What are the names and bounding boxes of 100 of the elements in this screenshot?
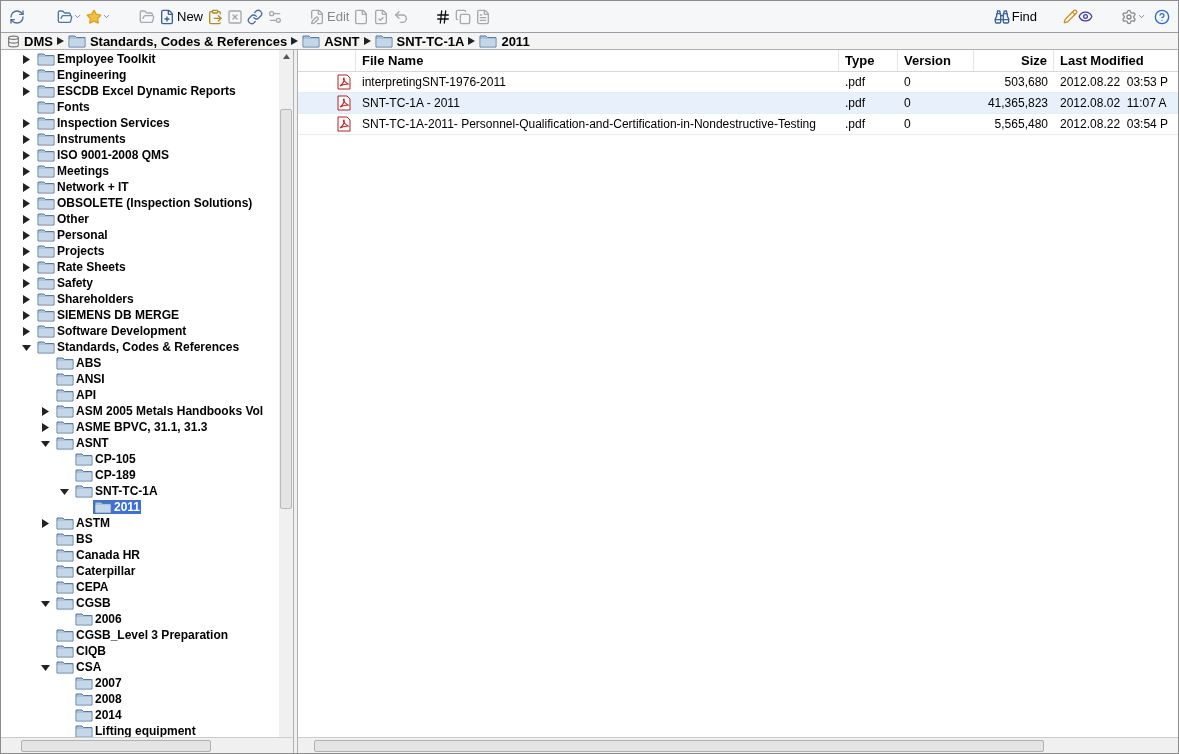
tree-item[interactable]: Employee Toolkit [36,52,157,66]
breadcrumb-link[interactable]: DMS [24,34,53,48]
tree-item[interactable]: CP-189 [74,468,137,482]
folder-icon [37,148,55,162]
expand-arrow-icon[interactable] [22,182,31,192]
tree-item[interactable]: CGSB_Level 3 Preparation [55,628,230,642]
tree-item[interactable]: ESCDB Excel Dynamic Reports [36,84,237,98]
expand-arrow-icon[interactable] [41,422,50,432]
expand-arrow-icon[interactable] [22,294,31,304]
collapse-arrow-icon[interactable] [41,598,50,608]
breadcrumb-link[interactable]: 2011 [501,34,530,48]
tree-item[interactable]: CSA [55,660,103,674]
tree-item[interactable]: OBSOLETE (Inspection Solutions) [36,196,254,210]
folder-icon [37,84,55,98]
tree-item[interactable]: Inspection Services [36,116,171,130]
tree-item[interactable]: ASM 2005 Metals Handbooks Vol [55,404,265,418]
tree-item[interactable]: 2007 [74,676,123,690]
tree-item[interactable]: ANSI [55,372,106,386]
expand-arrow-icon[interactable] [22,326,31,336]
expand-arrow-icon[interactable] [22,86,31,96]
tree-item[interactable]: 2014 [74,708,123,722]
tree-item[interactable]: CP-105 [74,452,137,466]
scrollbar-thumb[interactable] [280,109,292,509]
column-header[interactable]: File Name [356,50,839,71]
expand-arrow-icon[interactable] [22,246,31,256]
expand-arrow-icon[interactable] [22,230,31,240]
tree-item[interactable]: Caterpillar [55,564,137,578]
expand-arrow-icon[interactable] [22,310,31,320]
expand-arrow-icon[interactable] [22,54,31,64]
folder-icon [57,8,73,25]
tree-item[interactable]: Software Development [36,324,188,338]
tree-item[interactable]: 2008 [74,692,123,706]
tree-item[interactable]: CIQB [55,644,107,658]
folder-dropdown[interactable] [57,8,82,25]
tree-item[interactable]: ASME BPVC, 31.1, 31.3 [55,420,209,434]
new-button[interactable]: New [157,6,205,27]
star-icon [86,8,102,25]
tree-item[interactable]: Safety [36,276,95,290]
file-row[interactable]: interpretingSNT-1976-2011 .pdf 0 503,680 2012.08.22 03:53 P [298,72,1178,93]
file-size: 41,365,823 [986,95,1049,112]
tree-item[interactable]: ASTM [55,516,111,530]
tree-item[interactable]: Projects [36,244,106,258]
expand-arrow-icon[interactable] [22,198,31,208]
tree-item[interactable]: ISO 9001-2008 QMS [36,148,171,162]
tree-item[interactable]: Personal [36,228,109,242]
tree-item[interactable]: API [55,388,97,402]
tree-item[interactable]: Rate Sheets [36,260,127,274]
collapse-arrow-icon[interactable] [60,486,69,496]
expand-arrow-icon[interactable] [22,278,31,288]
horizontal-scrollbar[interactable] [1,737,293,753]
scroll-up-icon[interactable] [282,54,290,59]
expand-arrow-icon[interactable] [22,134,31,144]
tree-item[interactable]: Standards, Codes & References [36,340,241,354]
expand-arrow-icon[interactable] [22,150,31,160]
column-header[interactable]: Last Modified [1054,50,1178,71]
file-modified: 2012.08.02 11:07 A [1059,95,1168,112]
expand-arrow-icon[interactable] [22,214,31,224]
expand-arrow-icon[interactable] [22,70,31,80]
tree-item[interactable]: ABS [55,356,103,370]
tree-item[interactable]: 2011 [93,500,142,514]
tree-item[interactable]: SIEMENS DB MERGE [36,308,180,322]
tree-item[interactable]: SNT-TC-1A [74,484,159,498]
tree-item[interactable]: Network + IT [36,180,130,194]
scrollbar-thumb[interactable] [21,739,211,752]
file-row[interactable]: SNT-TC-1A - 2011 .pdf 0 41,365,823 2012.08.02 11:07 A [298,93,1178,114]
collapse-arrow-icon[interactable] [41,438,50,448]
file-type: .pdf [844,116,866,133]
settings-dropdown[interactable] [1121,8,1146,25]
expand-arrow-icon[interactable] [41,518,50,528]
file-row[interactable]: SNT-TC-1A-2011- Personnel-Qualification-and-Certification-in-Nondestructive-Testing .pdf 0 5,565,480 2012.08.22 03:54 P [298,114,1178,135]
tree-item[interactable]: Canada HR [55,548,141,562]
breadcrumb-link[interactable]: ASNT [324,34,360,48]
column-header[interactable]: Version [898,50,974,71]
expand-arrow-icon[interactable] [22,262,31,272]
expand-arrow-icon[interactable] [41,406,50,416]
collapse-arrow-icon[interactable] [41,662,50,672]
tree-item[interactable]: CEPA [55,580,110,594]
tree-item[interactable]: Instruments [36,132,127,146]
find-button[interactable]: Find [991,6,1039,27]
breadcrumb-link[interactable]: SNT-TC-1A [396,34,465,48]
tree-item[interactable]: 2006 [74,612,123,626]
expand-arrow-icon[interactable] [22,166,31,176]
folder-icon [56,356,74,370]
tree-item[interactable]: BS [55,532,94,546]
tree-item[interactable]: Shareholders [36,292,135,306]
vertical-scrollbar[interactable] [279,50,293,737]
tree-item[interactable]: Engineering [36,68,128,82]
collapse-arrow-icon[interactable] [22,342,31,352]
expand-arrow-icon[interactable] [22,118,31,128]
tree-item[interactable]: Other [36,212,90,226]
column-header[interactable]: Size [974,50,1054,71]
breadcrumb-link[interactable]: Standards, Codes & References [89,34,288,48]
scrollbar-thumb[interactable] [314,739,1044,752]
horizontal-scrollbar[interactable] [298,737,1178,753]
tree-item[interactable]: ASNT [55,436,110,450]
tree-item[interactable]: Meetings [36,164,110,178]
column-header[interactable]: Type [839,50,898,71]
tree-item[interactable]: CGSB [55,596,112,610]
eye-icon[interactable] [1078,9,1093,24]
tree-item[interactable]: Fonts [36,100,91,114]
